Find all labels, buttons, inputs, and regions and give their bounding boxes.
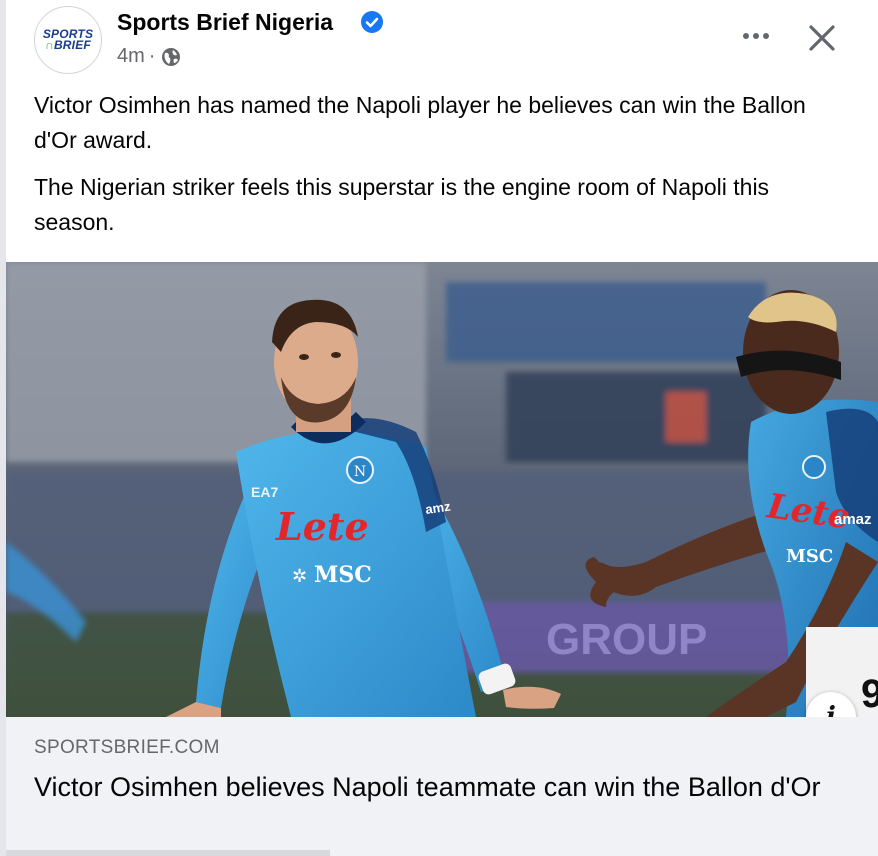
more-options-icon-dot bbox=[753, 33, 759, 39]
post-image[interactable]: GROUP N EA7 Lete MSC ✲ amz 9 Lete MSC am… bbox=[6, 262, 878, 717]
meta-separator: · bbox=[148, 45, 156, 67]
msc-text-right: MSC bbox=[786, 546, 833, 567]
browser-status-bar bbox=[6, 850, 330, 856]
board-text: GROUP bbox=[546, 615, 707, 664]
more-options-icon-dot bbox=[763, 33, 769, 39]
link-domain: SPORTSBRIEF.COM bbox=[34, 737, 220, 758]
football-celebration-photo: GROUP N EA7 Lete MSC ✲ amz 9 Lete MSC am… bbox=[6, 262, 878, 717]
sleeve-text-right: amaz bbox=[834, 511, 872, 528]
svg-text:9: 9 bbox=[861, 672, 878, 716]
sponsor-text-left: Lete bbox=[275, 504, 369, 549]
post-paragraph-2: The Nigerian striker feels this supersta… bbox=[34, 174, 770, 235]
page-name-link[interactable]: Sports Brief Nigeria bbox=[117, 9, 333, 36]
link-title[interactable]: Victor Osimhen believes Napoli teammate … bbox=[34, 770, 844, 805]
facebook-post: SPORTS ∩BRIEF Sports Brief Nigeria 4m · bbox=[6, 0, 878, 856]
post-header: SPORTS ∩BRIEF Sports Brief Nigeria 4m · bbox=[6, 0, 878, 80]
msc-text-left: MSC bbox=[314, 562, 372, 588]
close-icon[interactable] bbox=[802, 18, 842, 58]
more-options-button[interactable] bbox=[736, 18, 776, 54]
avatar-logo-bottom-text: BRIEF bbox=[53, 38, 91, 52]
avatar-logo-bottom: ∩BRIEF bbox=[45, 38, 91, 52]
post-text: Victor Osimhen has named the Napoli play… bbox=[34, 88, 854, 252]
svg-text:N: N bbox=[354, 464, 366, 480]
post-timestamp[interactable]: 4m bbox=[117, 45, 145, 68]
link-preview[interactable]: SPORTSBRIEF.COM Victor Osimhen believes … bbox=[6, 717, 878, 856]
globe-icon[interactable] bbox=[161, 47, 181, 67]
avatar-logo-mark: ∩ bbox=[45, 38, 54, 52]
kit-brand-left: EA7 bbox=[251, 484, 278, 500]
verified-badge-icon bbox=[361, 11, 383, 33]
more-options-icon-dot bbox=[743, 33, 749, 39]
post-paragraph-1: Victor Osimhen has named the Napoli play… bbox=[34, 92, 806, 153]
page-avatar[interactable]: SPORTS ∩BRIEF bbox=[34, 6, 102, 74]
post-meta: 4m · bbox=[117, 45, 181, 68]
svg-text:✲: ✲ bbox=[292, 566, 307, 587]
